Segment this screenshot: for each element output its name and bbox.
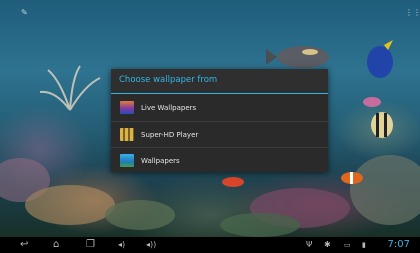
wallpaper-chooser-dialog: Choose wallpaper from Live Wallpapers Su… — [111, 69, 328, 172]
usb-icon: Ψ — [306, 240, 313, 249]
app-drawer-icon[interactable]: ⋮⋮ — [405, 8, 420, 17]
live-wallpapers-icon — [120, 101, 134, 114]
triggerfish — [266, 46, 329, 68]
volume-down-icon[interactable]: ◂) — [118, 237, 125, 253]
option-wallpapers[interactable]: Wallpapers — [111, 147, 328, 173]
option-label: Live Wallpapers — [141, 103, 197, 112]
clownfish — [341, 172, 363, 184]
option-label: Super-HD Player — [141, 130, 199, 139]
dialog-title: Choose wallpaper from — [111, 69, 328, 94]
home-icon[interactable]: ⌂ — [53, 237, 59, 253]
battery-icon: ▮ — [362, 241, 366, 249]
clock: 7:07 — [387, 239, 410, 250]
option-label: Wallpapers — [141, 156, 180, 165]
volume-up-icon[interactable]: ◂)) — [146, 237, 156, 253]
debug-icon: ✱ — [324, 240, 331, 249]
sd-card-icon: ▭ — [344, 241, 351, 249]
angelfish — [371, 112, 393, 138]
recent-apps-icon[interactable]: ❐ — [86, 237, 95, 253]
option-super-hd-player[interactable]: Super-HD Player — [111, 121, 328, 147]
option-live-wallpapers[interactable]: Live Wallpapers — [111, 95, 328, 120]
video-player-icon — [120, 128, 134, 141]
notification-icon: ✎ — [21, 8, 28, 17]
red-fish — [222, 177, 244, 187]
blue-tang — [367, 40, 393, 78]
pink-fish — [363, 97, 381, 107]
gallery-icon — [120, 154, 134, 167]
system-navigation-bar: ↩ ⌂ ❐ ◂) ◂)) Ψ ✱ ▭ ▮ 7:07 — [0, 237, 420, 253]
back-icon[interactable]: ↩ — [20, 237, 28, 253]
